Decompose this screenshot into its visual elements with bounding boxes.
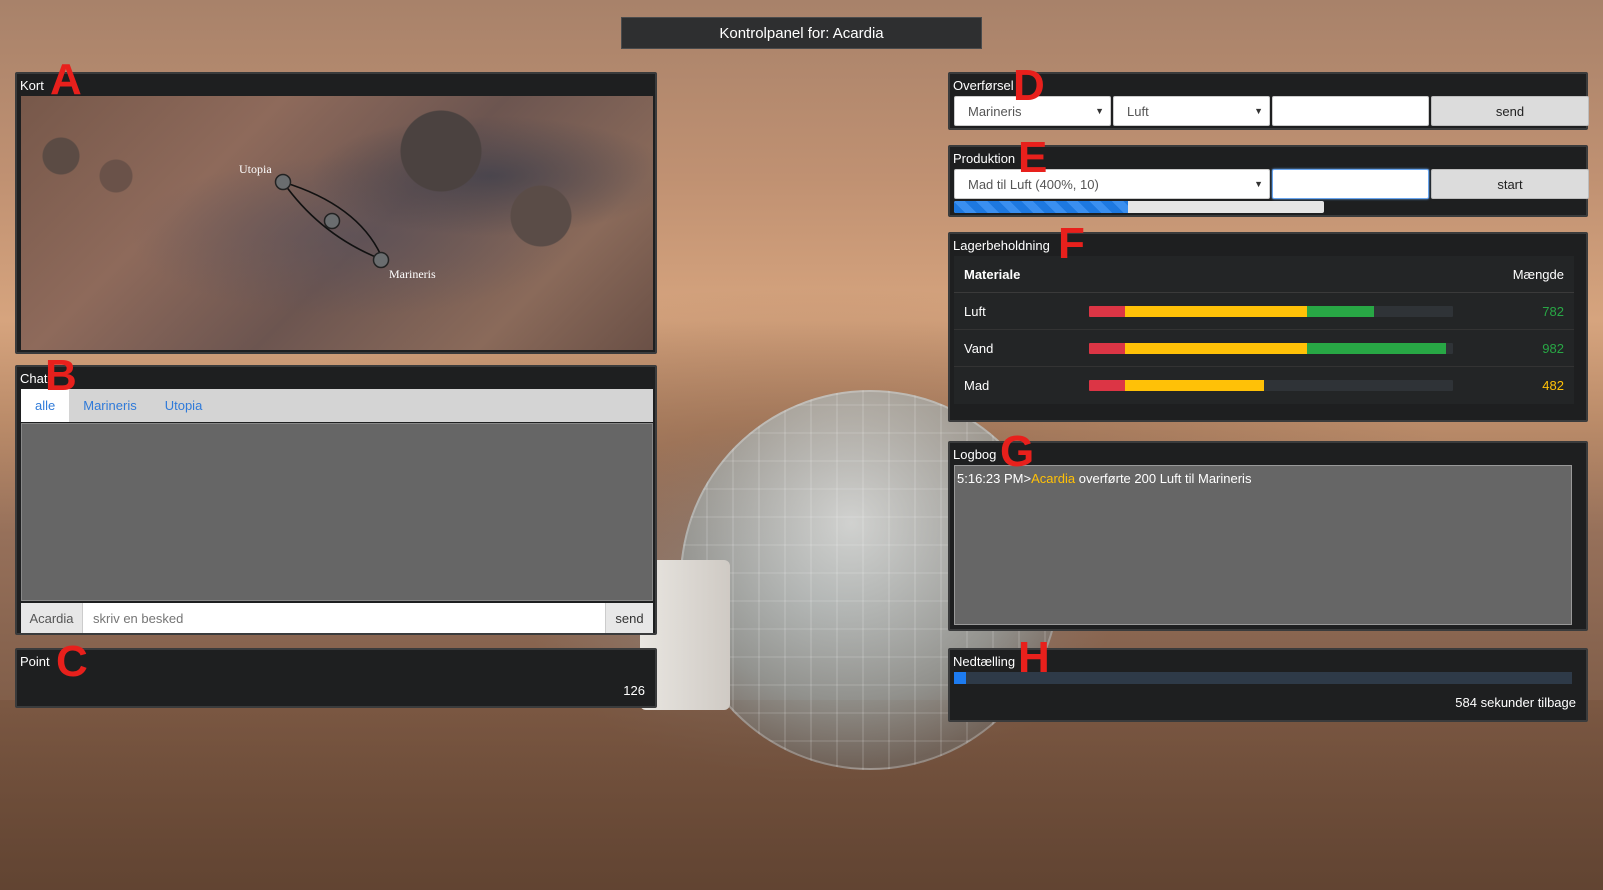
production-recipe-select[interactable]: Mad til Luft (400%, 10) ▼ (954, 169, 1270, 199)
inventory-panel-title: Lagerbeholdning (953, 238, 1050, 253)
point-panel-title: Point (20, 654, 50, 669)
countdown-text: 584 sekunder tilbage (1455, 695, 1576, 710)
mars-map[interactable]: Utopia Marineris (21, 96, 653, 350)
chevron-down-icon: ▼ (1254, 179, 1263, 189)
marker-d: D (1013, 61, 1045, 110)
inventory-row: Mad 482 (954, 367, 1574, 404)
marker-e: E (1018, 133, 1048, 182)
inventory-row-name: Vand (964, 340, 994, 356)
location-utopia-label: Utopia (239, 162, 272, 176)
tab-utopia[interactable]: Utopia (151, 389, 217, 422)
map-panel: Kort Utopia Marineris (15, 72, 657, 354)
marker-f: F (1058, 219, 1085, 268)
log-entry: 5:16:23 PM>Acardia overførte 200 Luft ti… (957, 471, 1569, 486)
chevron-down-icon: ▼ (1095, 106, 1104, 116)
inventory-level-green (1307, 342, 1447, 354)
route-map-svg: Utopia Marineris (239, 162, 436, 281)
logbook-panel: Logbog 5:16:23 PM>Acardia overførte 200 … (948, 441, 1588, 631)
point-value: 126 (623, 683, 645, 698)
countdown-progress-fill (954, 672, 967, 684)
inventory-row-name: Luft (964, 303, 986, 319)
inventory-row-value: 482 (1542, 378, 1564, 393)
inventory-col-material: Materiale (964, 266, 1021, 282)
transfer-resource-value: Luft (1127, 103, 1149, 119)
inventory-table: Materiale Mængde Luft 782 Vand 982 Mad 4… (954, 256, 1574, 404)
transfer-panel-title: Overførsel (953, 78, 1014, 93)
location-marineris-node[interactable] (372, 251, 390, 269)
location-utopia-node[interactable] (274, 173, 292, 191)
tab-marineris[interactable]: Marineris (69, 389, 150, 422)
marker-h: H (1018, 633, 1050, 682)
marker-b: B (45, 351, 77, 400)
production-start-button[interactable]: start (1431, 169, 1589, 199)
inventory-level-bar (1089, 380, 1453, 391)
inventory-row-value: 782 (1542, 303, 1564, 319)
transfer-resource-select[interactable]: Luft ▼ (1113, 96, 1270, 126)
inventory-table-header: Materiale Mængde (954, 256, 1574, 293)
inventory-level-red (1089, 305, 1126, 317)
transfer-send-button[interactable]: send (1431, 96, 1589, 126)
production-progress-bar (954, 201, 1324, 213)
chat-panel-title: Chat (20, 371, 48, 386)
chat-messages[interactable] (21, 423, 653, 601)
marker-c: C (56, 637, 88, 686)
inventory-row-name: Mad (964, 378, 990, 393)
log-entry-text: overførte 200 Luft til Marineris (1075, 471, 1252, 486)
chat-input-row: Acardia send (21, 603, 653, 633)
inventory-level-green (1307, 305, 1374, 317)
inventory-row-value: 982 (1542, 340, 1564, 356)
chat-send-button[interactable]: send (605, 603, 653, 633)
chevron-down-icon: ▼ (1254, 106, 1263, 116)
inventory-level-red (1089, 380, 1126, 391)
inventory-level-bar (1089, 305, 1453, 317)
chat-sender-label: Acardia (21, 603, 83, 633)
chat-message-input[interactable] (83, 603, 605, 633)
inventory-level-yellow (1125, 380, 1265, 391)
production-progress-fill (954, 201, 1128, 213)
point-panel: Point 126 (15, 648, 657, 708)
logbook-panel-title: Logbog (953, 447, 997, 462)
marker-a: A (50, 55, 82, 104)
inventory-col-amount: Mængde (1512, 266, 1564, 282)
logbook-entries[interactable]: 5:16:23 PM>Acardia overførte 200 Luft ti… (954, 465, 1572, 625)
inventory-level-yellow (1125, 305, 1308, 317)
chat-tabs: alle Marineris Utopia (21, 389, 653, 422)
inventory-row: Vand 982 (954, 330, 1574, 367)
marker-g: G (1000, 427, 1035, 476)
transfer-controls: Marineris ▼ Luft ▼ send (954, 96, 1589, 126)
page-title: Kontrolpanel for: Acardia (621, 17, 982, 49)
inventory-level-red (1089, 342, 1126, 354)
map-panel-title: Kort (20, 78, 44, 93)
production-amount-input[interactable] (1272, 169, 1429, 199)
inventory-panel: Lagerbeholdning Materiale Mængde Luft 78… (948, 232, 1588, 422)
chat-panel: Chat alle Marineris Utopia Acardia send (15, 365, 657, 635)
inventory-row: Luft 782 (954, 293, 1574, 330)
transit-node[interactable] (323, 212, 341, 230)
location-marineris-label: Marineris (389, 267, 436, 281)
transfer-amount-input[interactable] (1272, 96, 1429, 126)
inventory-level-bar (1089, 342, 1453, 354)
production-panel-title: Produktion (953, 151, 1016, 166)
production-controls: Mad til Luft (400%, 10) ▼ start (954, 169, 1589, 199)
countdown-panel-title: Nedtælling (953, 654, 1016, 669)
inventory-level-yellow (1125, 342, 1308, 354)
log-entry-name: Acardia (1031, 471, 1076, 486)
